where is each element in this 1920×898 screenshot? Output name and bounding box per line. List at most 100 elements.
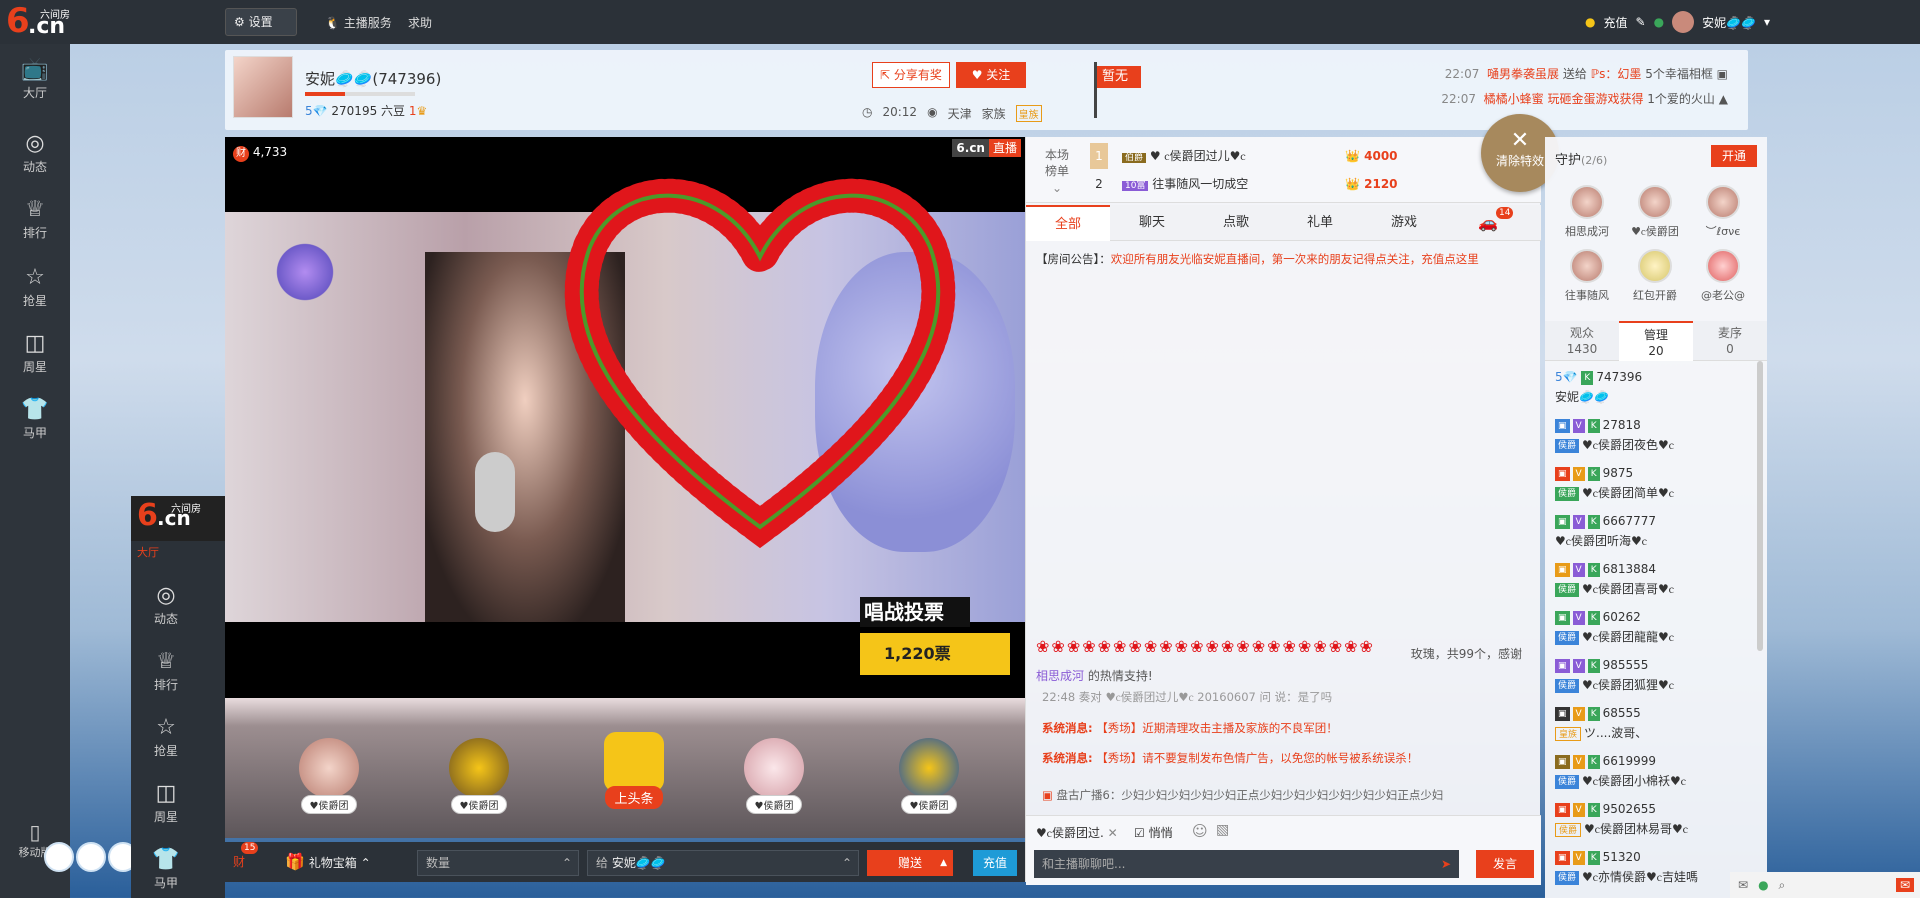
user-row[interactable]: ▣ V K 6667777 ♥ⲥ侯爵团听海♥ⲥ bbox=[1555, 511, 1755, 559]
send-gift-button[interactable]: 赠送 ▲ bbox=[867, 850, 953, 876]
tv-icon: 📺 bbox=[21, 57, 49, 82]
rose-thanks: 玫瑰，共99个，感谢 bbox=[1036, 643, 1536, 665]
guard-member[interactable]: ︶ℓσνє bbox=[1693, 185, 1753, 239]
rank-row[interactable]: 1 伯爵 ♥ ⲥ侯爵团过儿♥ⲥ 👑 4000 bbox=[1090, 143, 1510, 169]
bc-from[interactable]: 嗵男拳袭虽展 bbox=[1487, 67, 1559, 81]
mail-icon[interactable]: ✉ bbox=[1738, 878, 1748, 892]
image-icon[interactable]: ▧ bbox=[1216, 822, 1229, 838]
guard-member[interactable]: ♥ⲥ侯爵团 bbox=[1625, 185, 1685, 239]
anchor-meta: ◷ 20:12 ◉ 天津 家族 皇族 bbox=[862, 105, 1042, 122]
v-badge: V bbox=[1572, 466, 1585, 481]
gift-chest-button[interactable]: 🎁 礼物宝箱 ⌃ bbox=[285, 848, 371, 876]
caret-up-icon[interactable]: ▲ bbox=[940, 850, 947, 876]
gift-slot-label: ♥侯爵团 bbox=[450, 795, 508, 814]
message-icon[interactable]: ✉ bbox=[1895, 878, 1914, 892]
rank-label[interactable]: 本场榜单 bbox=[1042, 147, 1072, 179]
anchor-avatar[interactable] bbox=[233, 56, 293, 118]
sidebar-item-weekly-star[interactable]: ◫ 周星 bbox=[0, 324, 70, 384]
wealth-button[interactable]: 财 15 bbox=[233, 842, 259, 876]
emoji-icon[interactable]: ☺ bbox=[1192, 822, 1208, 840]
settings-button[interactable]: ⚙ 设置 bbox=[225, 8, 297, 36]
tab-admins[interactable]: 管理 20 bbox=[1619, 321, 1693, 361]
sidebar-item-rank[interactable]: ♕ 排行 bbox=[0, 190, 70, 250]
user-name[interactable]: 安妮🥏🥏 bbox=[1702, 14, 1756, 31]
help-link[interactable]: 求助 bbox=[408, 14, 432, 31]
sidebar-item-hall[interactable]: 📺 大厅 bbox=[0, 50, 70, 110]
chevron-down-icon[interactable]: ⌄ bbox=[1052, 181, 1062, 195]
anchor-stats: 5💎 270195 六豆 1♛ bbox=[305, 102, 427, 119]
bc-from[interactable]: 橘橘小蜂蜜 bbox=[1484, 92, 1544, 106]
share-button[interactable]: ⇱ 分享有奖 bbox=[872, 62, 950, 88]
ghost-item-grab-star[interactable]: ☆ 抢星 bbox=[131, 708, 201, 768]
notice-text[interactable]: 欢迎所有朋友光临安妮直播间，第一次来的朋友记得点关注，充值点这里 bbox=[1111, 252, 1479, 266]
user-row[interactable]: ▣ V K 6619999 侯爵 ♥ⲥ侯爵团小棉袄♥ⲥ bbox=[1555, 751, 1755, 799]
chevron-down-icon[interactable]: ▾ bbox=[1764, 15, 1770, 29]
to-user-select[interactable]: ♥ⲥ侯爵团过. ✕ bbox=[1036, 824, 1118, 841]
send-message-button[interactable]: 发言 bbox=[1476, 850, 1534, 878]
gift-slot[interactable]: ♥侯爵团 bbox=[730, 738, 818, 828]
gift-slot[interactable]: ♥侯爵团 bbox=[435, 738, 523, 828]
user-row[interactable]: ▣ V K 985555 侯爵 ♥ⲥ侯爵团狐狸♥ⲥ bbox=[1555, 655, 1755, 703]
user-line: ▣ V K 6619999 bbox=[1555, 751, 1755, 771]
recipient-select[interactable]: 给 安妮🥏🥏 ⌃ bbox=[587, 850, 859, 876]
sidebar-item-vest[interactable]: 👕 马甲 bbox=[0, 390, 70, 450]
guard-member[interactable]: 红包开爵 bbox=[1625, 249, 1685, 303]
tab-gifts[interactable]: 礼单 bbox=[1278, 205, 1362, 241]
vote-panel[interactable]: 唱战投票 1,220票 bbox=[860, 597, 1010, 677]
gift-slot[interactable]: ♥侯爵团 bbox=[285, 738, 373, 828]
tab-chat[interactable]: 聊天 bbox=[1110, 205, 1194, 241]
user-list-scrollbar[interactable] bbox=[1757, 361, 1763, 651]
sidebar-item-grab-star[interactable]: ☆ 抢星 bbox=[0, 258, 70, 318]
site-logo[interactable]: 6 .cn 六间房 bbox=[6, 4, 70, 40]
tab-audience[interactable]: 观众 1430 bbox=[1545, 321, 1619, 361]
user-row[interactable]: ▣ V K 9502655 侯爵 ♥ⲥ侯爵团林易哥♥ⲥ bbox=[1555, 799, 1755, 847]
headline-slot[interactable]: 上头条 bbox=[590, 732, 678, 822]
follow-button[interactable]: ♥ 关注 bbox=[956, 62, 1026, 88]
user-row[interactable]: ▣ V K 60262 侯爵 ♥ⲥ侯爵团龍龍♥ⲥ bbox=[1555, 607, 1755, 655]
chat-input[interactable]: 和主播聊聊吧... ➤ bbox=[1034, 850, 1459, 878]
user-row[interactable]: ▣ V K 6813884 侯爵 ♥ⲥ侯爵团喜哥♥ⲥ bbox=[1555, 559, 1755, 607]
ghost-hall[interactable]: 大厅 bbox=[137, 544, 159, 560]
quantity-input[interactable]: 数量 ⌃ bbox=[417, 850, 579, 876]
user-row[interactable]: ▣ V K 68555 皇族 ツ....波哥、 bbox=[1555, 703, 1755, 751]
user-row[interactable]: 5💎 K 747396 安妮🥏🥏 bbox=[1555, 367, 1755, 415]
recharge-link[interactable]: 充值 bbox=[1604, 14, 1628, 31]
broadcast-icon: ▣ bbox=[1042, 788, 1053, 802]
video-player[interactable]: 财 4,733 6.cn直播 唱战投票 1,220票 🎤 bbox=[225, 137, 1025, 700]
anchor-service-link[interactable]: 🐧 主播服务 bbox=[325, 14, 392, 31]
close-icon[interactable]: ✕ bbox=[1108, 826, 1118, 840]
ghost-item-feed[interactable]: ◎ 动态 bbox=[131, 576, 201, 636]
whisper-checkbox[interactable]: ☑ 悄悄 bbox=[1134, 824, 1173, 841]
guard-member[interactable]: 往事随风 bbox=[1557, 249, 1617, 303]
user-avatar[interactable] bbox=[1672, 11, 1695, 33]
gift-slot[interactable]: ♥侯爵团 bbox=[885, 738, 973, 828]
open-guard-button[interactable]: 开通 bbox=[1711, 145, 1757, 167]
guard-member[interactable]: @老公@ bbox=[1693, 249, 1753, 303]
ghost-item-weekly[interactable]: ◫ 周星 bbox=[131, 774, 201, 834]
headline-label: 上头条 bbox=[605, 786, 663, 809]
family-tag[interactable]: 皇族 bbox=[1015, 105, 1042, 122]
zoom-icon[interactable]: ⌕ bbox=[1779, 878, 1786, 893]
user-id: 747396 bbox=[1596, 370, 1643, 384]
tab-mic-queue[interactable]: 麦序 0 bbox=[1693, 321, 1767, 361]
rank-row[interactable]: 2 10富 往事随风一切成空 👑 2120 bbox=[1090, 171, 1510, 197]
user-row[interactable]: ▣ V K 27818 侯爵 ♥ⲥ侯爵团夜色♥ⲥ bbox=[1555, 415, 1755, 463]
check-icon[interactable]: ● bbox=[1654, 15, 1664, 29]
check-icon[interactable]: ● bbox=[1758, 878, 1768, 892]
ghost-item-rank[interactable]: ♕ 排行 bbox=[131, 642, 201, 702]
guard-member[interactable]: 相思成河 bbox=[1557, 185, 1617, 239]
send-arrow-icon[interactable]: ➤ bbox=[1441, 850, 1451, 878]
tab-games[interactable]: 游戏 bbox=[1362, 205, 1446, 241]
user-row[interactable]: ▣ V K 51320 侯爵 ♥ⲥ亦情侯爵♥ⲥ吉娃嗎 bbox=[1555, 847, 1755, 895]
recharge-button[interactable]: 充值 bbox=[973, 850, 1017, 876]
car-icon[interactable]: 🚗 14 bbox=[1478, 207, 1514, 232]
bc-to[interactable]: ℙs：幻墨 bbox=[1591, 67, 1642, 81]
vote-count: 1,220票 bbox=[860, 633, 1010, 675]
rose-user[interactable]: 相思成河 bbox=[1036, 669, 1084, 683]
edit-icon[interactable]: ✎ bbox=[1636, 15, 1646, 29]
user-row[interactable]: ▣ V K 9875 侯爵 ♥ⲥ侯爵团简单♥ⲥ bbox=[1555, 463, 1755, 511]
tab-songs[interactable]: 点歌 bbox=[1194, 205, 1278, 241]
ghost-item-vest[interactable]: 👕 马甲 bbox=[131, 840, 201, 898]
sidebar-item-feed[interactable]: ◎ 动态 bbox=[0, 124, 70, 184]
tab-all[interactable]: 全部 bbox=[1026, 205, 1110, 241]
